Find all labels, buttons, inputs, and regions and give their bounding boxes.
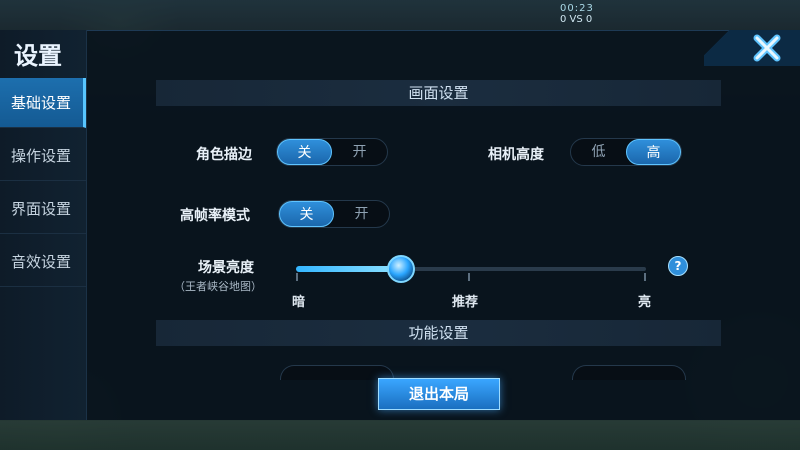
high-fps-on-option[interactable]: 开 xyxy=(334,201,389,227)
sidebar-item-sound[interactable]: 音效设置 xyxy=(0,237,86,287)
outline-off-option[interactable]: 关 xyxy=(277,139,332,165)
slider-tick-mid xyxy=(468,273,470,281)
high-fps-toggle[interactable]: 关 开 xyxy=(278,200,390,228)
brightness-mid-label: 推荐 xyxy=(452,295,479,310)
slider-fill xyxy=(296,266,401,272)
brightness-sublabel: （王者峡谷地图） xyxy=(174,280,262,293)
outline-toggle[interactable]: 关 开 xyxy=(276,138,388,166)
close-button[interactable] xyxy=(704,30,800,66)
match-score: 0 VS 0 xyxy=(560,14,593,25)
slider-knob[interactable] xyxy=(387,255,415,283)
camera-height-label: 相机高度 xyxy=(488,147,544,163)
close-icon xyxy=(753,34,781,62)
sidebar-item-basic[interactable]: 基础设置 xyxy=(0,78,86,128)
slider-tick-max xyxy=(644,273,646,281)
section-graphics-header: 画面设置 xyxy=(156,80,721,106)
camera-high-option[interactable]: 高 xyxy=(626,139,681,165)
section-function-header: 功能设置 xyxy=(156,320,721,346)
game-bottom-bar xyxy=(0,420,800,450)
high-fps-label: 高帧率模式 xyxy=(180,208,250,224)
slider-tick-min xyxy=(296,273,298,281)
function-toggle-partial[interactable] xyxy=(280,365,394,380)
brightness-slider[interactable]: 暗 推荐 亮 xyxy=(292,255,651,310)
function-toggle-partial[interactable] xyxy=(572,365,686,380)
camera-low-option[interactable]: 低 xyxy=(571,139,626,165)
game-top-bar: 00:23 0 VS 0 xyxy=(0,0,800,30)
outline-on-option[interactable]: 开 xyxy=(332,139,387,165)
match-time: 00:23 xyxy=(560,3,594,14)
brightness-min-label: 暗 xyxy=(292,295,306,310)
settings-content: 画面设置 角色描边 关 开 相机高度 低 高 高帧率模式 关 开 场景亮度 （王… xyxy=(156,80,721,370)
high-fps-off-option[interactable]: 关 xyxy=(279,201,334,227)
help-icon[interactable]: ? xyxy=(668,256,688,276)
outline-label: 角色描边 xyxy=(196,147,252,163)
brightness-max-label: 亮 xyxy=(638,295,652,310)
sidebar-item-controls[interactable]: 操作设置 xyxy=(0,131,86,181)
exit-match-button[interactable]: 退出本局 xyxy=(378,378,500,410)
camera-height-toggle[interactable]: 低 高 xyxy=(570,138,682,166)
brightness-label: 场景亮度 xyxy=(198,260,254,276)
sidebar-item-interface[interactable]: 界面设置 xyxy=(0,184,86,234)
settings-title: 设置 xyxy=(14,42,62,70)
